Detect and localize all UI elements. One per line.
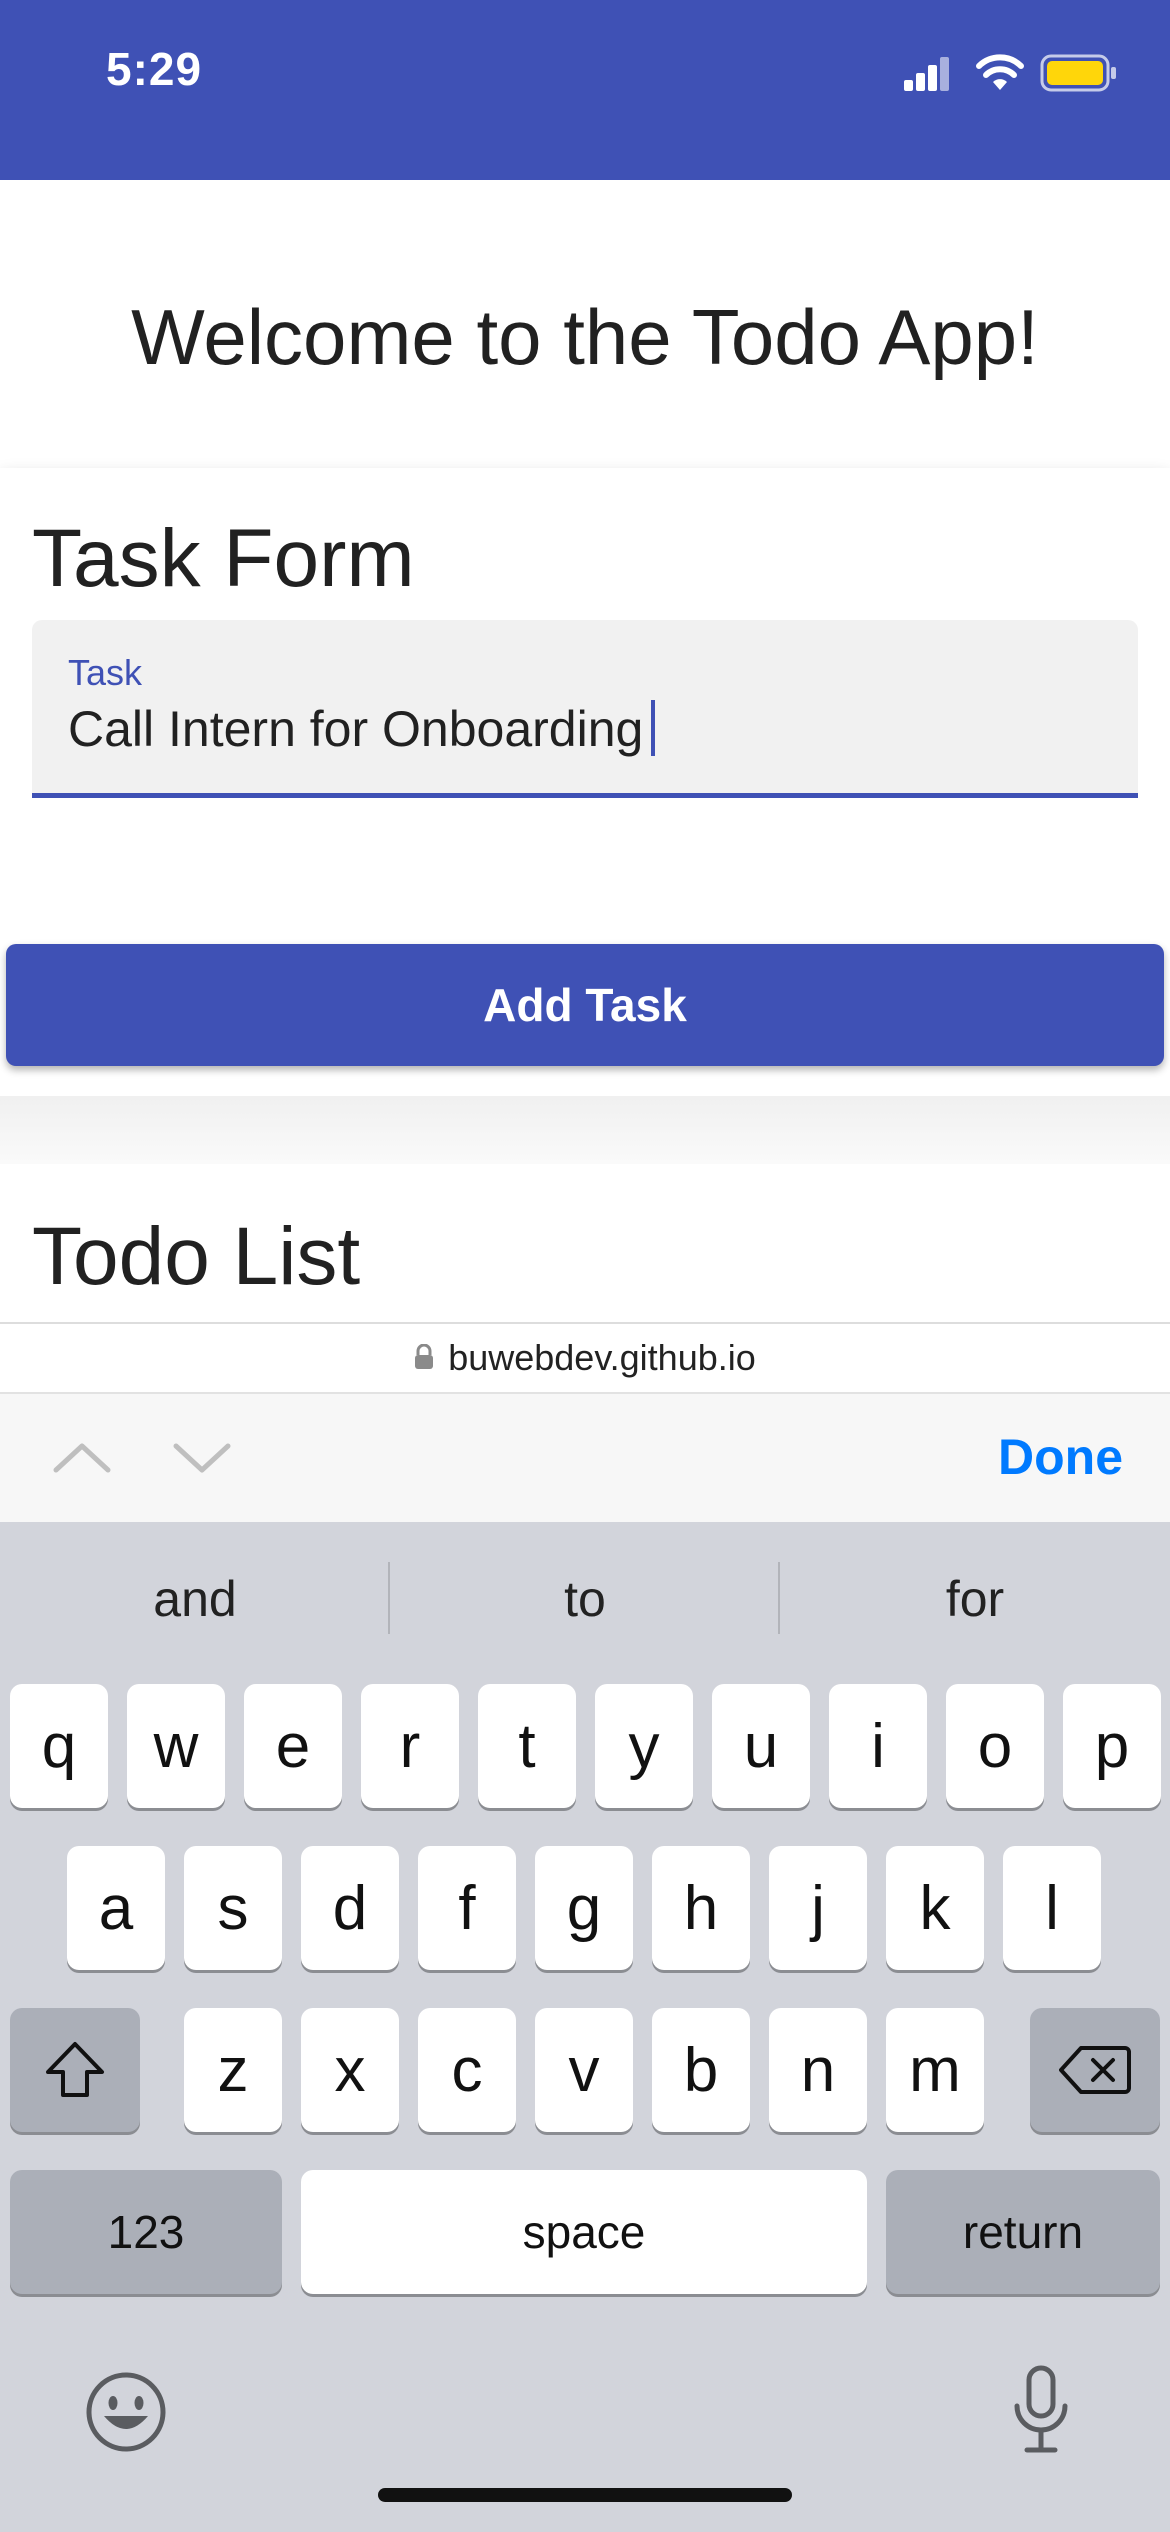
task-input-value[interactable]: Call Intern for Onboarding <box>68 700 656 758</box>
text-caret <box>651 700 656 756</box>
return-key[interactable]: return <box>886 2170 1160 2294</box>
todo-list-title: Todo List <box>32 1211 361 1302</box>
section-divider <box>0 1096 1170 1164</box>
shift-key[interactable] <box>10 2008 140 2132</box>
key-n[interactable]: n <box>769 2008 867 2132</box>
key-f[interactable]: f <box>418 1846 516 1970</box>
page-heading: Welcome to the Todo App! <box>131 293 1039 381</box>
suggestion-to[interactable]: to <box>390 1570 780 1628</box>
delete-icon <box>1059 2046 1131 2094</box>
chevron-up-icon[interactable] <box>50 1432 114 1487</box>
key-z[interactable]: z <box>184 2008 282 2132</box>
browser-url-bar[interactable]: buwebdev.github.io <box>0 1322 1170 1392</box>
microphone-icon[interactable] <box>1010 2364 1072 2461</box>
key-y[interactable]: y <box>595 1684 693 1808</box>
suggestion-for[interactable]: for <box>780 1570 1170 1628</box>
browser-url-text: buwebdev.github.io <box>448 1337 756 1378</box>
numbers-key[interactable]: 123 <box>10 2170 282 2294</box>
key-s[interactable]: s <box>184 1846 282 1970</box>
key-k[interactable]: k <box>886 1846 984 1970</box>
key-q[interactable]: q <box>10 1684 108 1808</box>
task-input-label: Task <box>68 652 143 693</box>
key-u[interactable]: u <box>712 1684 810 1808</box>
key-w[interactable]: w <box>127 1684 225 1808</box>
key-i[interactable]: i <box>829 1684 927 1808</box>
lock-icon <box>414 1337 434 1379</box>
suggestion-and[interactable]: and <box>0 1570 390 1628</box>
wifi-icon <box>975 52 1025 97</box>
chevron-down-icon[interactable] <box>170 1432 234 1487</box>
task-form-title: Task Form <box>32 513 415 604</box>
battery-icon <box>1040 54 1118 99</box>
key-o[interactable]: o <box>946 1684 1044 1808</box>
space-key[interactable]: space <box>301 2170 867 2294</box>
key-a[interactable]: a <box>67 1846 165 1970</box>
home-indicator <box>378 2488 792 2502</box>
key-b[interactable]: b <box>652 2008 750 2132</box>
key-h[interactable]: h <box>652 1846 750 1970</box>
key-m[interactable]: m <box>886 2008 984 2132</box>
key-r[interactable]: r <box>361 1684 459 1808</box>
shift-icon <box>46 2042 104 2097</box>
status-time: 5:29 <box>106 43 203 95</box>
delete-key[interactable] <box>1030 2008 1160 2132</box>
key-e[interactable]: e <box>244 1684 342 1808</box>
done-button[interactable]: Done <box>998 1428 1123 1486</box>
key-d[interactable]: d <box>301 1846 399 1970</box>
key-v[interactable]: v <box>535 2008 633 2132</box>
key-l[interactable]: l <box>1003 1846 1101 1970</box>
signal-icon <box>904 56 960 97</box>
key-g[interactable]: g <box>535 1846 633 1970</box>
key-c[interactable]: c <box>418 2008 516 2132</box>
key-p[interactable]: p <box>1063 1684 1161 1808</box>
add-task-button[interactable]: Add Task <box>6 944 1164 1066</box>
key-j[interactable]: j <box>769 1846 867 1970</box>
emoji-icon[interactable] <box>84 2370 168 2459</box>
task-input-text: Call Intern for Onboarding <box>68 701 644 757</box>
key-x[interactable]: x <box>301 2008 399 2132</box>
key-t[interactable]: t <box>478 1684 576 1808</box>
